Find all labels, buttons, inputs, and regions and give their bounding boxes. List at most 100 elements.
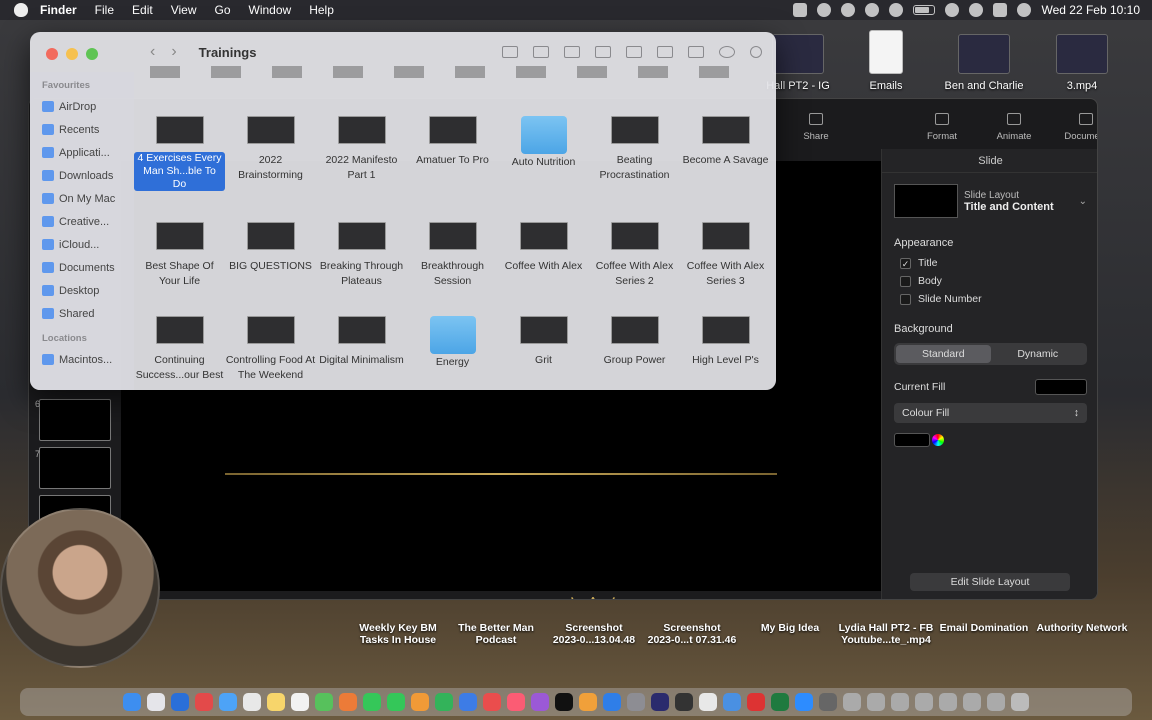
desktop-file[interactable]: 3.mp4	[1032, 34, 1132, 92]
file-item[interactable]: Coffee With Alex	[498, 222, 589, 288]
sidebar-item-recents[interactable]: Recents	[30, 118, 134, 141]
slide-number-checkbox[interactable]: Slide Number	[900, 293, 1081, 305]
sidebar-item-shared[interactable]: Shared	[30, 302, 134, 325]
document-button[interactable]: Document	[1059, 113, 1097, 142]
file-item[interactable]: Coffee With Alex Series 2	[589, 222, 680, 288]
keynote-icon[interactable]	[459, 693, 477, 711]
current-fill-swatch[interactable]	[1035, 379, 1087, 395]
more-options-icon[interactable]	[719, 46, 735, 58]
menu-help[interactable]: Help	[309, 3, 334, 17]
desktop-file[interactable]: The Better Man Podcast	[446, 622, 546, 646]
wifi-icon[interactable]	[945, 3, 960, 17]
siri-icon[interactable]	[1017, 3, 1032, 17]
column-view-icon[interactable]	[564, 46, 580, 58]
minimized-window-icon[interactable]	[939, 693, 957, 711]
tv-icon[interactable]	[555, 693, 573, 711]
minimize-button[interactable]	[66, 48, 78, 60]
title-checkbox[interactable]: ✓ Title	[900, 257, 1081, 269]
file-item[interactable]: High Level P's	[680, 316, 771, 382]
file-item[interactable]: Become A Savage	[680, 116, 771, 191]
menubar-clock[interactable]: Wed 22 Feb 10:10	[1041, 3, 1140, 17]
news-icon[interactable]	[483, 693, 501, 711]
file-item[interactable]: BIG QUESTIONS	[225, 222, 316, 288]
sidebar-item-documents[interactable]: Documents	[30, 256, 134, 279]
slide-thumbnail[interactable]	[39, 447, 111, 489]
share-button[interactable]: Share	[789, 113, 843, 142]
file-item[interactable]: Coffee With Alex Series 3	[680, 222, 771, 288]
gear-icon[interactable]	[865, 3, 880, 17]
desktop-file[interactable]: Ben and Charlie	[934, 34, 1034, 92]
minimized-window-icon[interactable]	[867, 693, 885, 711]
calendar-icon[interactable]	[243, 693, 261, 711]
body-checkbox[interactable]: Body	[900, 275, 1081, 287]
inspector-tab-slide[interactable]: Slide	[882, 149, 1097, 173]
safari-icon[interactable]	[219, 693, 237, 711]
menu-go[interactable]: Go	[215, 3, 231, 17]
menu-view[interactable]: View	[171, 3, 197, 17]
menu-edit[interactable]: Edit	[132, 3, 153, 17]
file-item[interactable]: Best Shape Of Your Life	[134, 222, 225, 288]
minimized-window-icon[interactable]	[915, 693, 933, 711]
sidebar-item-downloads[interactable]: Downloads	[30, 164, 134, 187]
icon-view-icon[interactable]	[502, 46, 518, 58]
messages-icon[interactable]	[363, 693, 381, 711]
animate-button[interactable]: Animate	[987, 113, 1041, 142]
folder-item[interactable]: Energy	[407, 316, 498, 382]
file-item[interactable]: Breaking Through Plateaus	[316, 222, 407, 288]
gallery-view-icon[interactable]	[595, 46, 611, 58]
desktop-file[interactable]: My Big Idea	[740, 622, 840, 634]
photos-icon[interactable]	[339, 693, 357, 711]
format-button[interactable]: Format	[915, 113, 969, 142]
forward-arrow-icon[interactable]: ›	[171, 43, 176, 61]
file-item[interactable]: Breakthrough Session	[407, 222, 498, 288]
minimized-window-icon[interactable]	[891, 693, 909, 711]
file-item[interactable]: 2022 Manifesto Part 1	[316, 116, 407, 191]
sidebar-item-macintosh-hd[interactable]: Macintos...	[30, 348, 134, 371]
photo-booth-icon[interactable]	[195, 693, 213, 711]
search-icon[interactable]	[750, 46, 762, 58]
share-icon[interactable]	[657, 46, 673, 58]
system-settings-icon[interactable]	[627, 693, 645, 711]
books-icon[interactable]	[579, 693, 597, 711]
file-item[interactable]: 2022 Brainstorming	[225, 116, 316, 191]
menu-file[interactable]: File	[95, 3, 114, 17]
group-icon[interactable]	[626, 46, 642, 58]
desktop-file[interactable]: Lydia Hall PT2 - FB Youtube...te_.mp4	[836, 622, 936, 646]
file-item[interactable]: 4 Exercises Every Man Sh...ble To Do	[134, 116, 225, 191]
close-button[interactable]	[46, 48, 58, 60]
fullscreen-button[interactable]	[86, 48, 98, 60]
facetime-icon[interactable]	[387, 693, 405, 711]
file-item[interactable]: Digital Minimalism	[316, 316, 407, 382]
sidebar-item-desktop[interactable]: Desktop	[30, 279, 134, 302]
slide-layout-picker[interactable]: Slide Layout Title and Content ⌄	[894, 183, 1087, 219]
finder-icon[interactable]	[123, 693, 141, 711]
pages-icon[interactable]	[411, 693, 429, 711]
desktop-file[interactable]: Screenshot 2023-0...t 07.31.46	[642, 622, 742, 646]
color-well[interactable]	[894, 433, 1087, 447]
chrome-icon[interactable]	[699, 693, 717, 711]
menu-window[interactable]: Window	[249, 3, 292, 17]
battery-icon[interactable]	[913, 5, 936, 15]
bluetooth-icon[interactable]	[889, 3, 904, 17]
sidebar-item-icloud[interactable]: iCloud...	[30, 233, 134, 256]
folder-item[interactable]: Auto Nutrition	[498, 116, 589, 191]
desktop-file[interactable]: Emails	[836, 30, 936, 92]
desktop-file[interactable]: Email Domination	[934, 622, 1034, 634]
podcasts-icon[interactable]	[531, 693, 549, 711]
color-swatch[interactable]	[894, 433, 930, 447]
menu-app-finder[interactable]: Finder	[40, 3, 77, 17]
record-icon[interactable]	[793, 3, 808, 17]
desktop-file[interactable]: Weekly Key BM Tasks In House	[348, 622, 448, 646]
color-wheel-icon[interactable]	[932, 434, 944, 446]
tab-dynamic[interactable]: Dynamic	[991, 345, 1086, 363]
slide-thumbnail[interactable]	[39, 399, 111, 441]
edit-slide-layout-button[interactable]: Edit Slide Layout	[910, 573, 1070, 591]
numbers-icon[interactable]	[435, 693, 453, 711]
acrobat-icon[interactable]	[747, 693, 765, 711]
desktop-file[interactable]: Screenshot 2023-0...13.04.48	[544, 622, 644, 646]
butterfly-icon[interactable]	[817, 3, 832, 17]
file-item[interactable]: Continuing Success...our Best	[134, 316, 225, 382]
app-store-icon[interactable]	[603, 693, 621, 711]
reminders-icon[interactable]	[291, 693, 309, 711]
notes-icon[interactable]	[267, 693, 285, 711]
